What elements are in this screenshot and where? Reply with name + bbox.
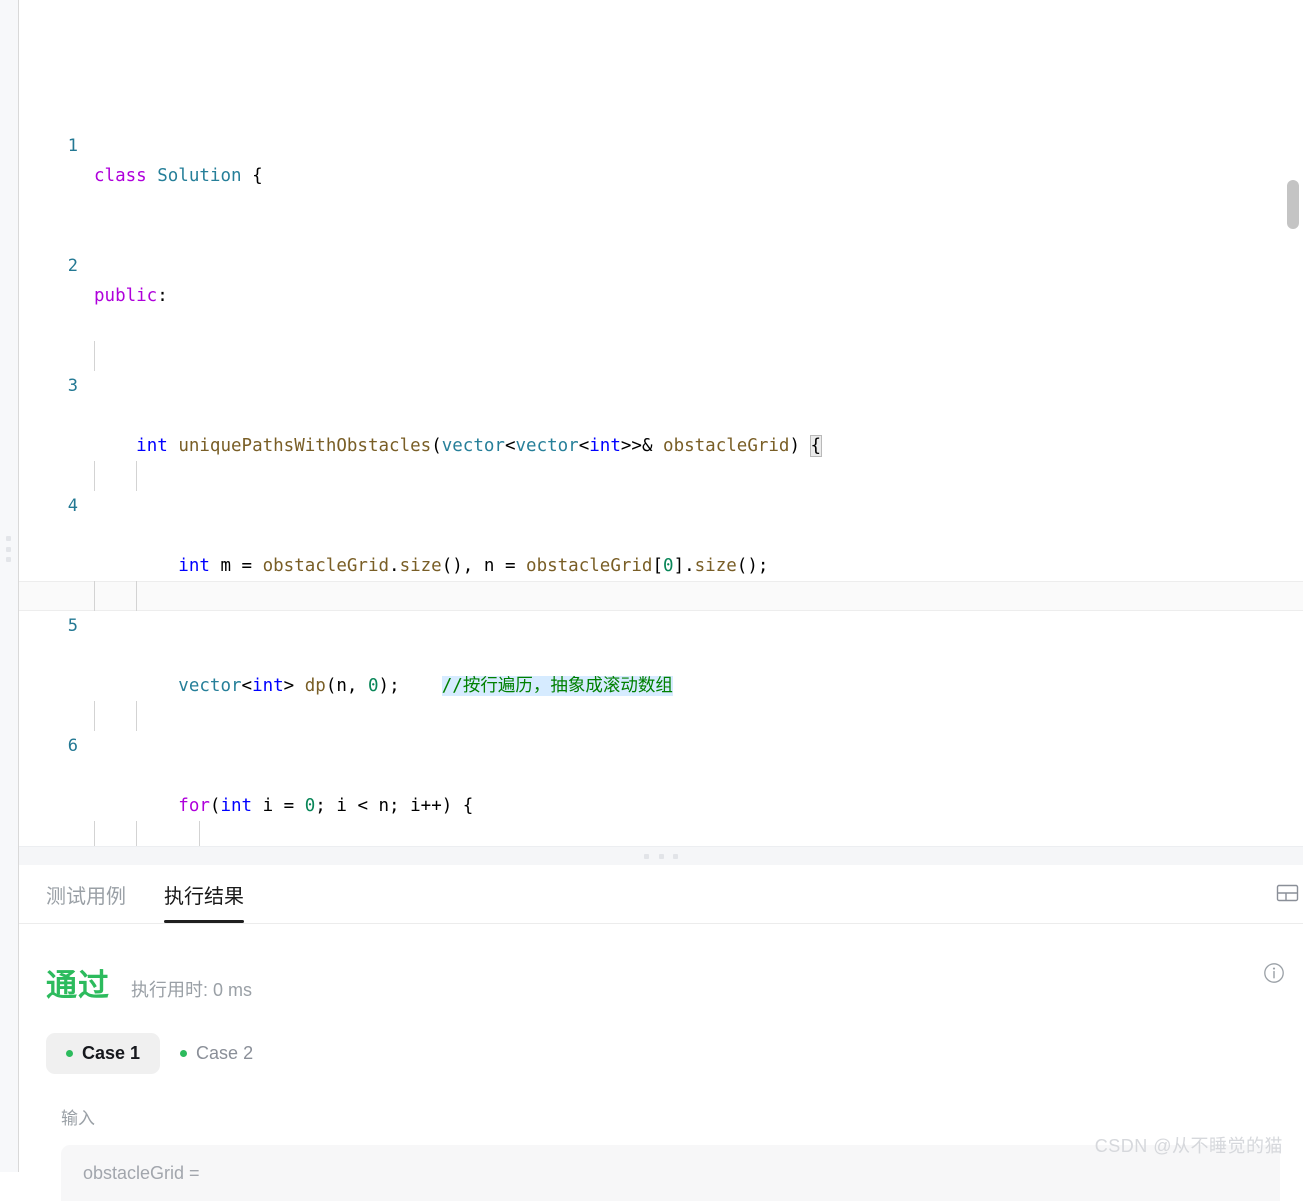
- drag-dot: [6, 536, 11, 541]
- line-number: 4: [67, 496, 78, 516]
- code-area[interactable]: 1 class Solution { 2 public: 3 int uniqu…: [19, 0, 1303, 846]
- input-variable-name: obstacleGrid =: [83, 1162, 200, 1183]
- code-line[interactable]: 4 int m = obstacleGrid.size(), n = obsta…: [19, 461, 1303, 576]
- splitter-drag-handle[interactable]: [644, 854, 678, 859]
- result-summary: 通过 执行用时: 0 ms: [19, 924, 1303, 1005]
- drag-dot: [644, 854, 649, 859]
- drag-dot: [658, 854, 664, 859]
- case-label: Case 2: [196, 1043, 254, 1063]
- code-comment: //按行遍历，抽象成滚动数组: [441, 676, 673, 696]
- case-tab-1[interactable]: Case 1: [46, 1033, 161, 1074]
- case-status-dot: [180, 1050, 188, 1057]
- code-line[interactable]: 2 public:: [19, 221, 1303, 306]
- info-circle-icon[interactable]: [1263, 962, 1285, 984]
- line-content: class Solution {: [94, 166, 263, 186]
- input-section-label: 输入: [61, 1109, 95, 1128]
- code-editor[interactable]: 1 class Solution { 2 public: 3 int uniqu…: [19, 0, 1303, 846]
- case-tabs: Case 1 Case 2: [19, 1005, 1303, 1074]
- tab-label: 测试用例: [46, 885, 126, 908]
- drag-dot: [6, 557, 11, 562]
- code-line[interactable]: 3 int uniquePathsWithObstacles(vector<ve…: [19, 341, 1303, 457]
- drag-dot: [673, 854, 678, 859]
- left-rail: [0, 0, 19, 1172]
- verdict-text: 通过: [46, 968, 110, 1003]
- layout-panel-icon[interactable]: [1273, 881, 1299, 905]
- horizontal-splitter[interactable]: [19, 846, 1303, 867]
- line-number: 3: [67, 376, 78, 396]
- input-value-box[interactable]: obstacleGrid =: [61, 1145, 1280, 1201]
- console-panel: 测试用例 执行结果 通过 执行用时: 0 ms Case 1 Case 2 输入…: [19, 865, 1303, 1201]
- leetcode-editor-page: 1 class Solution { 2 public: 3 int uniqu…: [0, 0, 1303, 1201]
- code-line[interactable]: 6 for(int i = 0; i < n; i++) {: [19, 701, 1303, 816]
- drag-dot: [6, 546, 11, 552]
- console-tabbar: 测试用例 执行结果: [19, 865, 1303, 924]
- line-content: int m = obstacleGrid.size(), n = obstacl…: [178, 556, 769, 576]
- line-content: public:: [94, 286, 168, 306]
- tab-label: 执行结果: [164, 885, 244, 908]
- line-number: 5: [67, 616, 78, 636]
- tab-result[interactable]: 执行结果: [164, 865, 244, 923]
- line-number: 2: [67, 256, 78, 276]
- vertical-scrollbar[interactable]: [1287, 180, 1299, 229]
- runtime-text: 执行用时: 0 ms: [131, 980, 253, 1000]
- case-label: Case 1: [82, 1043, 141, 1063]
- code-line[interactable]: 1 class Solution {: [19, 101, 1303, 186]
- line-content: int uniquePathsWithObstacles(vector<vect…: [136, 435, 823, 457]
- case-tab-2[interactable]: Case 2: [160, 1033, 273, 1074]
- tab-testcases[interactable]: 测试用例: [46, 865, 126, 923]
- line-number: 6: [67, 736, 78, 756]
- case-status-dot: [66, 1050, 73, 1057]
- line-content: for(int i = 0; i < n; i++) {: [178, 796, 474, 816]
- line-number: 1: [67, 136, 78, 156]
- left-panel-drag-handle[interactable]: [6, 536, 12, 562]
- code-line[interactable]: 7 if(obstacleGrid[0][i] != 1) dp[i] = 1;: [19, 821, 1303, 846]
- line-content: vector<int> dp(n, 0); //按行遍历，抽象成滚动数组: [178, 676, 673, 696]
- code-line-current[interactable]: 5 vector<int> dp(n, 0); //按行遍历，抽象成滚动数组: [19, 581, 1303, 696]
